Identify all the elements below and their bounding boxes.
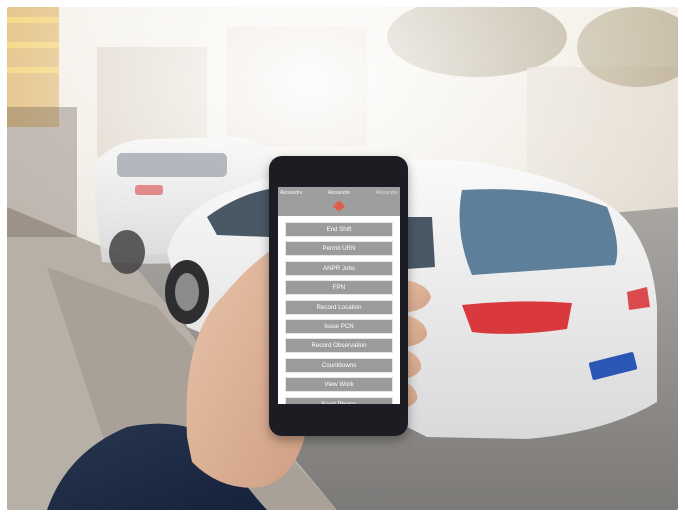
menu-button-countdowns[interactable]: Countdowns [285,357,393,373]
menu-button-permit-urn[interactable]: Permit URN [285,241,393,257]
main-menu: End Shift Permit URN ANPR Jobs FPN Record Lo… [278,216,400,404]
header-user-left: Alexandre [280,189,303,196]
menu-button-anpr-jobs[interactable]: ANPR Jobs [285,260,393,276]
menu-button-send-photos[interactable]: Send Photos [285,396,393,404]
maple-leaf-icon [332,199,346,213]
menu-button-record-observation[interactable]: Record Observation [285,338,393,354]
app-header: Alexandre Alexandre Alexandre [278,187,400,216]
photo-scene: Alexandre Alexandre Alexandre End Shift P… [7,7,678,510]
menu-button-fpn[interactable]: FPN [285,280,393,296]
menu-button-end-shift[interactable]: End Shift [285,222,393,237]
header-user-right: Alexandre [375,189,398,196]
menu-button-issue-pcn[interactable]: Issue PCN [285,318,393,334]
smartphone: Alexandre Alexandre Alexandre End Shift P… [269,156,408,436]
menu-button-record-location[interactable]: Record Location [285,299,393,315]
menu-button-view-work[interactable]: View Work [285,377,393,393]
header-user-center: Alexandre [327,189,351,196]
phone-screen: Alexandre Alexandre Alexandre End Shift P… [278,187,400,404]
